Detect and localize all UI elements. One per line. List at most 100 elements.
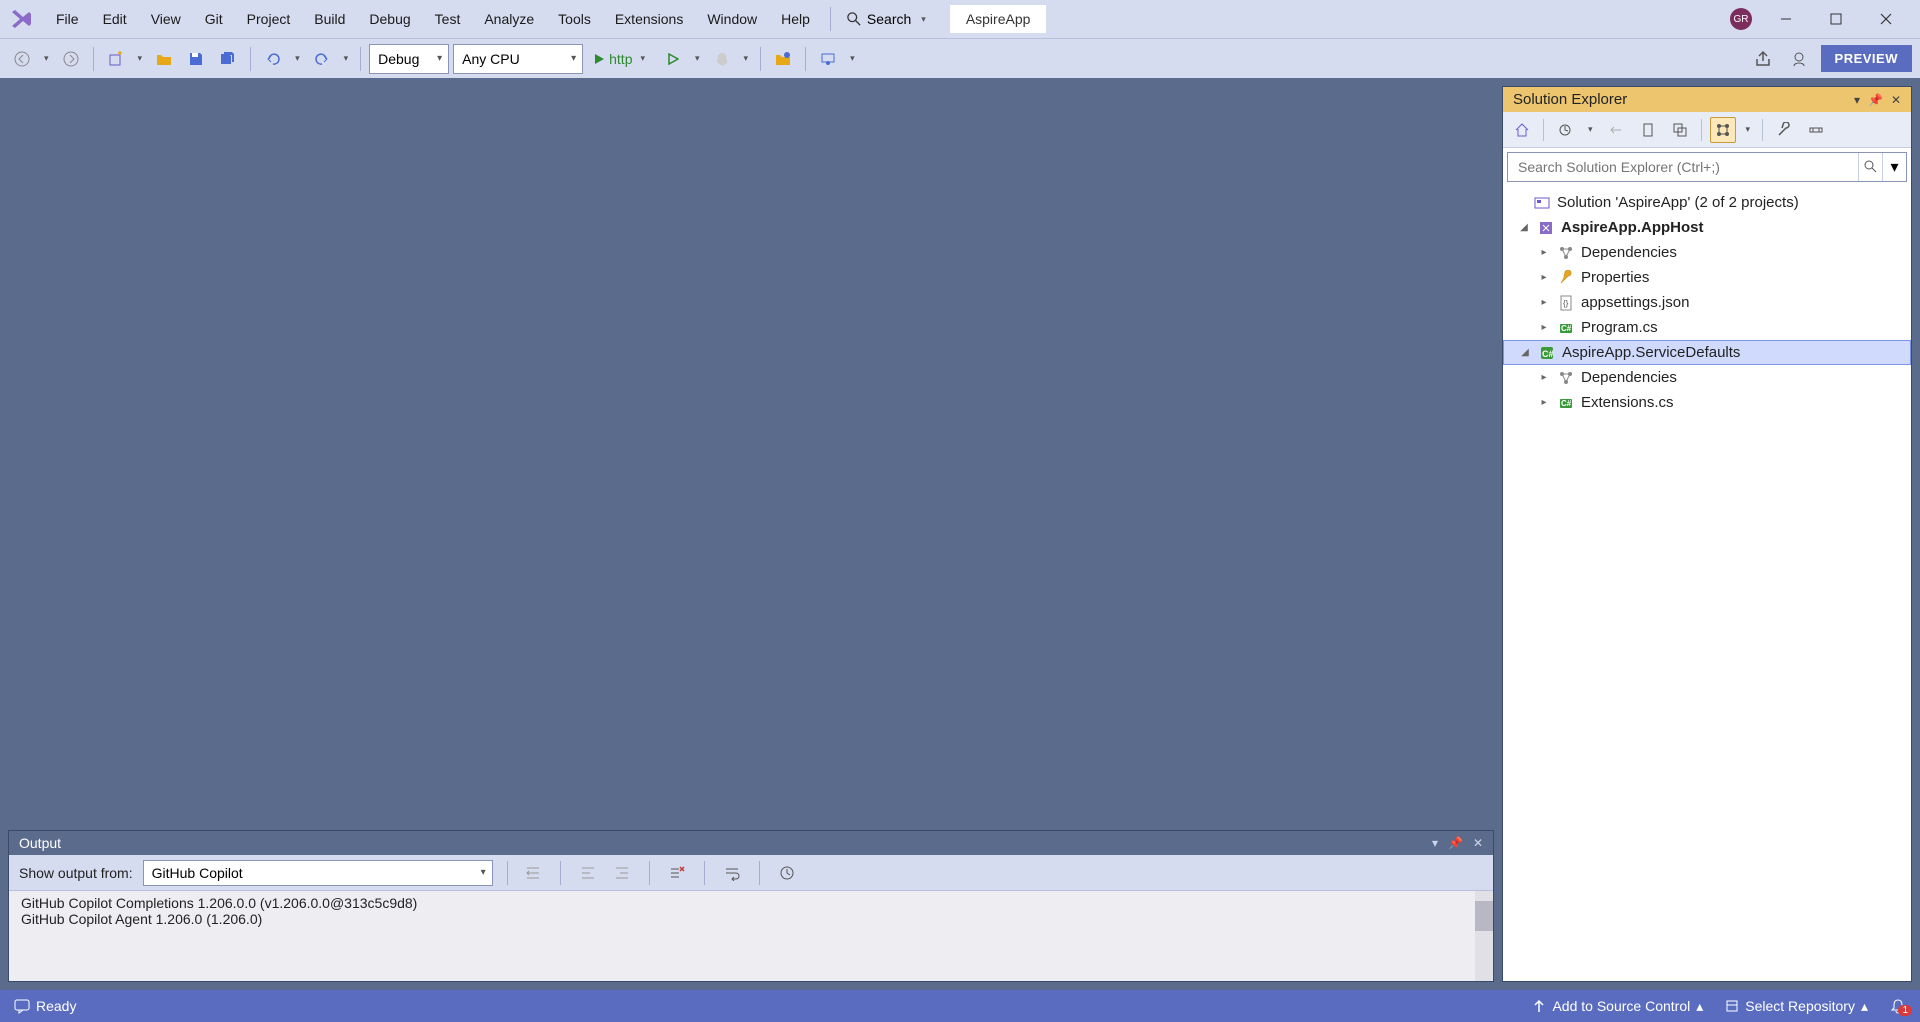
save-button[interactable] [182, 45, 210, 73]
chevron-down-icon[interactable]: ▾ [1584, 124, 1597, 135]
solution-explorer-title[interactable]: Solution Explorer ▾ 📌 ✕ [1503, 87, 1911, 112]
menu-tools[interactable]: Tools [546, 5, 603, 33]
indent-icon[interactable] [522, 862, 544, 884]
menu-window[interactable]: Window [695, 5, 769, 33]
word-wrap-icon[interactable] [721, 862, 743, 884]
search-menu[interactable]: Search ▾ [839, 7, 938, 31]
menu-project[interactable]: Project [235, 5, 303, 33]
menu-file[interactable]: File [44, 5, 91, 33]
chevron-down-icon[interactable]: ▾ [1742, 124, 1755, 135]
user-avatar[interactable]: GR [1730, 8, 1752, 30]
collapse-icon[interactable]: ◢ [1517, 222, 1531, 233]
solution-explorer-panel: Solution Explorer ▾ 📌 ✕ ▾ ▾ ▾ [1502, 86, 1912, 982]
expand-icon[interactable]: ▸ [1537, 322, 1551, 333]
expand-icon[interactable]: ▸ [1537, 272, 1551, 283]
live-share-button[interactable] [814, 45, 842, 73]
preview-selected-icon[interactable] [1803, 117, 1829, 143]
timestamp-icon[interactable] [776, 862, 798, 884]
clear-all-icon[interactable] [666, 862, 688, 884]
output-text-area[interactable]: GitHub Copilot Completions 1.206.0.0 (v1… [9, 891, 1493, 981]
tree-item[interactable]: ▸C#Extensions.cs [1503, 390, 1911, 415]
menu-analyze[interactable]: Analyze [472, 5, 546, 33]
scrollbar[interactable] [1475, 891, 1493, 981]
output-source-dropdown[interactable]: GitHub Copilot [143, 860, 493, 886]
close-icon[interactable]: ✕ [1473, 836, 1483, 850]
chevron-down-icon[interactable]: ▾ [1882, 153, 1906, 181]
minimize-button[interactable] [1770, 3, 1802, 35]
menu-help[interactable]: Help [769, 5, 822, 33]
next-icon[interactable] [611, 862, 633, 884]
chevron-down-icon[interactable]: ▾ [40, 53, 53, 64]
collapse-icon[interactable]: ◢ [1518, 347, 1532, 358]
filter-icon[interactable] [1603, 117, 1629, 143]
maximize-button[interactable] [1820, 3, 1852, 35]
share-icon[interactable] [1749, 45, 1777, 73]
pin-icon[interactable]: 📌 [1448, 836, 1463, 850]
solution-tree[interactable]: Solution 'AspireApp' (2 of 2 projects)◢A… [1503, 186, 1911, 981]
save-all-button[interactable] [214, 45, 242, 73]
properties-icon[interactable] [1771, 117, 1797, 143]
add-source-control[interactable]: Add to Source Control ▴ [1532, 998, 1703, 1015]
menu-edit[interactable]: Edit [91, 5, 139, 33]
svg-text:C#: C# [1561, 399, 1572, 408]
config-dropdown[interactable]: Debug [369, 44, 449, 74]
redo-button[interactable] [308, 45, 336, 73]
tree-item[interactable]: ▸Dependencies [1503, 365, 1911, 390]
undo-button[interactable] [259, 45, 287, 73]
pin-icon[interactable]: 📌 [1868, 93, 1883, 107]
search-icon[interactable] [1858, 153, 1882, 181]
tree-item[interactable]: ◢AspireApp.AppHost [1503, 215, 1911, 240]
chevron-down-icon[interactable]: ▾ [134, 53, 147, 64]
tree-item[interactable]: Solution 'AspireApp' (2 of 2 projects) [1503, 190, 1911, 215]
json-icon: {} [1557, 294, 1575, 312]
tree-item[interactable]: ▸Properties [1503, 265, 1911, 290]
tree-item[interactable]: ▸C#Program.cs [1503, 315, 1911, 340]
solution-title-tab[interactable]: AspireApp [950, 5, 1047, 33]
expand-icon[interactable]: ▸ [1537, 397, 1551, 408]
menu-build[interactable]: Build [302, 5, 357, 33]
collapse-all-icon[interactable] [1667, 117, 1693, 143]
preview-button[interactable]: PREVIEW [1821, 45, 1912, 72]
close-button[interactable] [1870, 3, 1902, 35]
expand-icon[interactable]: ▸ [1537, 297, 1551, 308]
output-panel-title[interactable]: Output ▾ 📌 ✕ [9, 831, 1493, 855]
expand-icon[interactable]: ▸ [1537, 372, 1551, 383]
home-icon[interactable] [1509, 117, 1535, 143]
start-debug-button[interactable]: http ▾ [587, 47, 655, 71]
expand-icon[interactable]: ▸ [1537, 247, 1551, 258]
sync-icon[interactable] [1635, 117, 1661, 143]
tree-item[interactable]: ▸Dependencies [1503, 240, 1911, 265]
chevron-down-icon[interactable]: ▾ [691, 53, 704, 64]
show-all-files-icon[interactable] [1710, 117, 1736, 143]
select-repo-label: Select Repository [1745, 998, 1855, 1014]
chevron-down-icon[interactable]: ▾ [1854, 93, 1860, 107]
chevron-down-icon[interactable]: ▾ [340, 53, 353, 64]
platform-dropdown[interactable]: Any CPU [453, 44, 583, 74]
tree-item[interactable]: ◢C#AspireApp.ServiceDefaults [1503, 340, 1911, 365]
feedback-icon[interactable] [1785, 45, 1813, 73]
browse-button[interactable] [769, 45, 797, 73]
chevron-down-icon[interactable]: ▾ [291, 53, 304, 64]
nav-forward-button[interactable] [57, 45, 85, 73]
hot-reload-button[interactable] [708, 45, 736, 73]
open-button[interactable] [150, 45, 178, 73]
prev-icon[interactable] [577, 862, 599, 884]
switch-views-icon[interactable] [1552, 117, 1578, 143]
menu-view[interactable]: View [139, 5, 193, 33]
select-repository[interactable]: Select Repository ▴ [1725, 998, 1868, 1015]
chevron-down-icon[interactable]: ▾ [1432, 836, 1438, 850]
status-ready[interactable]: Ready [14, 998, 76, 1014]
nav-back-button[interactable] [8, 45, 36, 73]
chevron-down-icon[interactable]: ▾ [740, 53, 753, 64]
notifications[interactable]: 1 [1890, 998, 1906, 1014]
close-icon[interactable]: ✕ [1891, 93, 1901, 107]
chevron-down-icon[interactable]: ▾ [846, 53, 859, 64]
menu-extensions[interactable]: Extensions [603, 5, 695, 33]
menu-debug[interactable]: Debug [357, 5, 422, 33]
menu-test[interactable]: Test [423, 5, 473, 33]
tree-item[interactable]: ▸{}appsettings.json [1503, 290, 1911, 315]
new-item-button[interactable] [102, 45, 130, 73]
solution-search-input[interactable] [1508, 153, 1858, 181]
start-without-debug-button[interactable] [659, 45, 687, 73]
menu-git[interactable]: Git [193, 5, 235, 33]
